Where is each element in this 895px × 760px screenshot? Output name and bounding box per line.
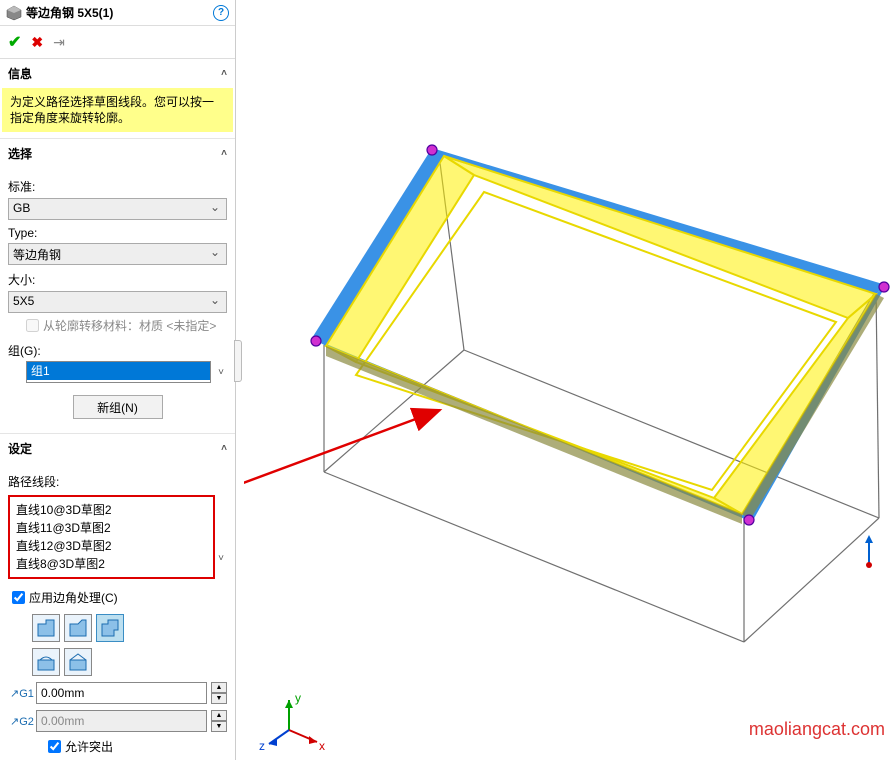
section-info-header[interactable]: 信息 ˄ (0, 59, 235, 88)
chevron-up-icon: ˄ (221, 443, 227, 454)
chevron-down-icon[interactable]: ˅ (215, 553, 227, 564)
g2-input (36, 710, 207, 732)
group-label: 组(G): (8, 342, 227, 359)
group-selected-item[interactable]: 组1 (27, 362, 210, 380)
ok-icon[interactable]: ✔ (8, 32, 21, 52)
corner-type3-button[interactable] (96, 614, 124, 642)
transfer-material-label: 从轮廓转移材料：材质 <未指定> (43, 317, 216, 334)
size-label: 大小: (8, 271, 227, 288)
corner-type2-button[interactable] (64, 614, 92, 642)
list-item[interactable]: 直线10@3D草图2 (16, 501, 207, 519)
size-select[interactable]: 5X5 (8, 291, 227, 313)
trim-type2-button[interactable] (64, 648, 92, 676)
svg-text:z: z (259, 739, 265, 753)
type-select[interactable]: 等边角钢 (8, 243, 227, 265)
chevron-down-icon[interactable]: ˅ (215, 367, 227, 378)
transfer-material-checkbox (26, 319, 39, 332)
g2-icon: ↗G2 (10, 715, 32, 728)
pin-icon[interactable]: ⇥ (53, 34, 65, 51)
corner-treatment-label: 应用边角处理(C) (29, 589, 118, 606)
trim-type1-button[interactable] (32, 648, 60, 676)
type-label: Type: (8, 226, 227, 240)
svg-text:y: y (295, 691, 301, 705)
info-hint: 为定义路径选择草图线段。您可以按一指定角度来旋转轮廓。 (2, 88, 233, 132)
section-settings-header[interactable]: 设定 ˄ (0, 434, 235, 463)
list-item[interactable]: 直线12@3D草图2 (16, 537, 207, 555)
chevron-up-icon: ˄ (221, 68, 227, 79)
allow-protrude-checkbox[interactable] (48, 740, 61, 753)
path-listbox[interactable]: 直线10@3D草图2 直线11@3D草图2 直线12@3D草图2 直线8@3D草… (8, 495, 215, 579)
section-select-title: 选择 (8, 145, 32, 162)
section-info-title: 信息 (8, 65, 32, 82)
type-value: 等边角钢 (13, 248, 61, 262)
section-select-header[interactable]: 选择 ˄ (0, 139, 235, 168)
size-value: 5X5 (13, 294, 34, 308)
path-label: 路径线段: (8, 473, 227, 490)
g1-step-down[interactable]: ▼ (211, 693, 227, 704)
feature-cube-icon (6, 5, 22, 21)
corner-type1-button[interactable] (32, 614, 60, 642)
standard-value: GB (13, 201, 30, 215)
feature-title: 等边角钢 5X5(1) (26, 4, 213, 21)
group-listbox[interactable]: 组1 (26, 361, 211, 383)
g1-step-up[interactable]: ▲ (211, 682, 227, 693)
g1-input[interactable] (36, 682, 207, 704)
cancel-icon[interactable]: ✖ (31, 34, 43, 51)
svg-text:x: x (319, 739, 325, 753)
standard-select[interactable]: GB (8, 198, 227, 220)
watermark: maoliangcat.com (749, 719, 885, 740)
new-group-button[interactable]: 新组(N) (73, 395, 163, 419)
3d-viewport[interactable]: y x z maoliangcat.com (244, 0, 895, 760)
list-item[interactable]: 直线8@3D草图2 (16, 555, 207, 573)
allow-protrude-label: 允许突出 (65, 738, 113, 755)
list-item[interactable]: 直线11@3D草图2 (16, 519, 207, 537)
chevron-up-icon: ˄ (221, 148, 227, 159)
help-icon[interactable]: ? (213, 5, 229, 21)
g2-step-up[interactable]: ▲ (211, 710, 227, 721)
panel-splitter[interactable] (236, 0, 244, 760)
g2-step-down[interactable]: ▼ (211, 721, 227, 732)
section-settings-title: 设定 (8, 440, 32, 457)
g1-icon: ↗G1 (10, 687, 32, 700)
corner-treatment-checkbox[interactable] (12, 591, 25, 604)
standard-label: 标准: (8, 178, 227, 195)
